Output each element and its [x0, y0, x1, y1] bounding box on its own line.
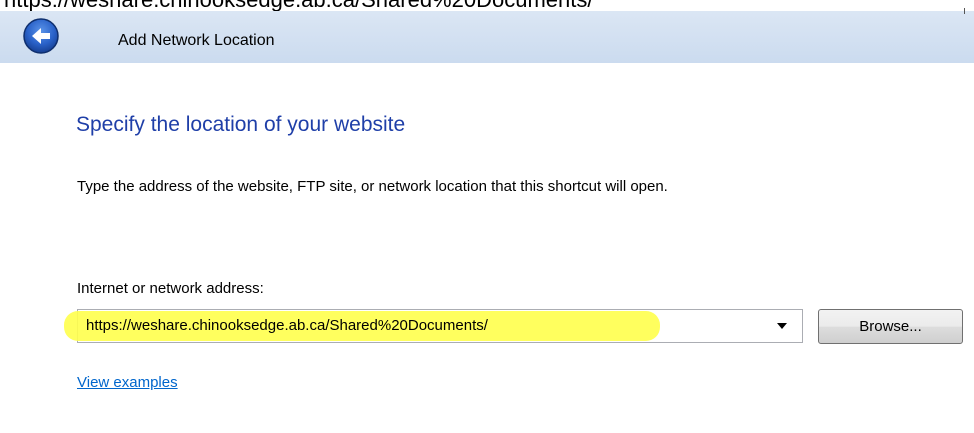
window-edge-mark — [964, 8, 965, 14]
window-title: Add Network Location — [118, 32, 275, 49]
browse-button[interactable]: Browse... — [818, 309, 963, 344]
chevron-down-icon — [777, 323, 787, 329]
address-input[interactable] — [86, 310, 746, 342]
address-combobox[interactable] — [64, 309, 803, 343]
address-field-label: Internet or network address: — [77, 280, 264, 297]
page-heading: Specify the location of your website — [76, 113, 406, 136]
address-dropdown-button[interactable] — [762, 310, 802, 342]
back-button[interactable] — [22, 17, 60, 55]
back-arrow-icon — [23, 18, 59, 54]
add-network-location-window: https://weshare.chinooksedge.ab.ca/Share… — [0, 0, 974, 433]
view-examples-link[interactable]: View examples — [77, 373, 178, 393]
instruction-text: Type the address of the website, FTP sit… — [77, 178, 668, 195]
